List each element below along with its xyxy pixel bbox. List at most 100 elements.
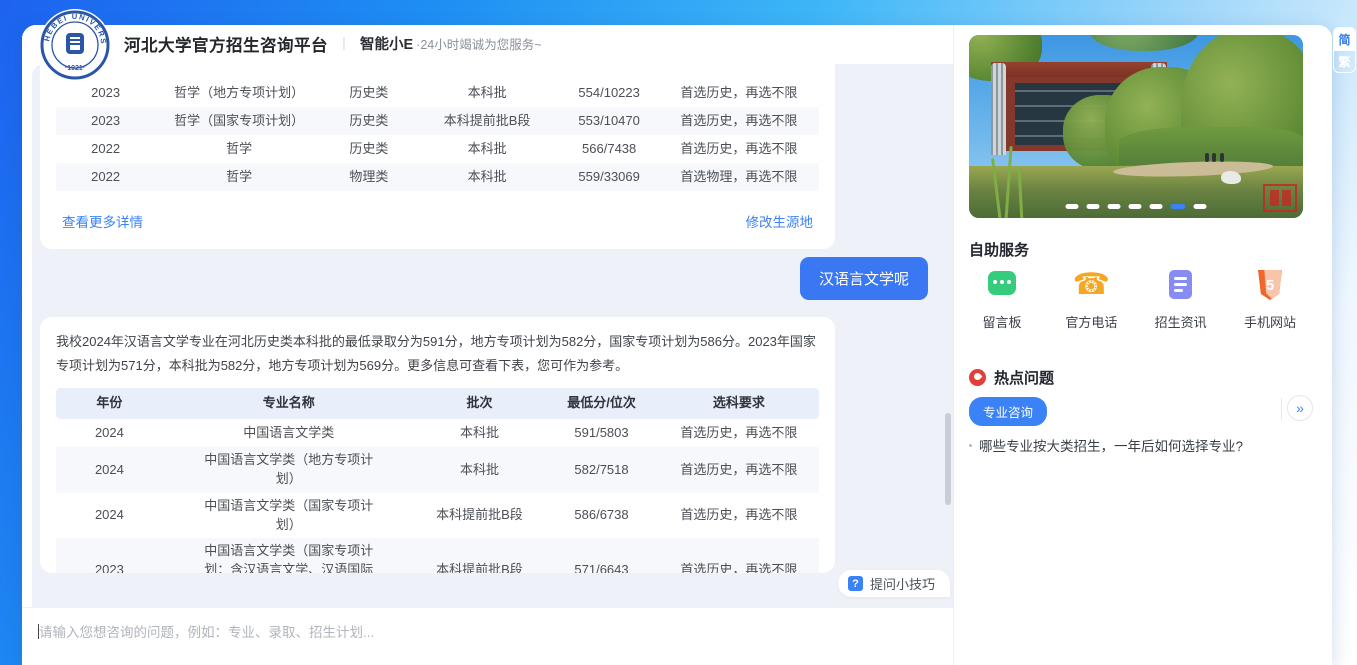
lang-switch: 简 繁: [1333, 27, 1356, 73]
photo-watermark-seal: [1263, 184, 1297, 212]
cell-score-rank: 553/10470: [560, 108, 659, 135]
university-logo: HEBEI UNIVERSITY ·1921·: [38, 8, 112, 82]
service-label: 手机网站: [1235, 312, 1305, 331]
tips-button-label: 提问小技巧: [870, 574, 935, 593]
carousel-dot[interactable]: [1129, 204, 1142, 209]
tips-button[interactable]: ? 提问小技巧: [838, 570, 950, 597]
main-card: 河北大学官方招生咨询平台 丨 智能小E ·24小时竭诚为您服务~ 2023 哲学…: [22, 25, 1332, 665]
cell-subject-type: 历史类: [323, 80, 415, 107]
cell-batch: 本科提前批B段: [415, 502, 545, 529]
topic-tag-major-consult[interactable]: 专业咨询: [969, 397, 1047, 426]
header-batch: 批次: [415, 390, 545, 417]
table-row: 2024 中国语言文学类（国家专项计划） 本科提前批B段 586/6738 首选…: [56, 493, 819, 539]
person-silhouette: [1212, 153, 1216, 162]
message-board-icon: [988, 271, 1016, 295]
cell-batch: 本科批: [415, 420, 545, 447]
header-score-rank: 最低分/位次: [544, 390, 658, 417]
cell-major: 中国语言文学类（国家专项计划：含汉语言文学、汉语国际教: [163, 538, 415, 573]
lang-simplified-button[interactable]: 简: [1334, 28, 1355, 50]
cell-major: 哲学（地方专项计划）: [155, 80, 323, 107]
carousel-dot[interactable]: [1150, 204, 1163, 209]
cell-requirement: 首选历史，再选不限: [659, 557, 819, 573]
hot-topics-header: 热点问题: [969, 367, 1054, 388]
carousel-dot[interactable]: [1171, 204, 1186, 209]
carousel-dot[interactable]: [1194, 204, 1207, 209]
person-silhouette: [1205, 153, 1209, 162]
cell-major: 中国语言文学类（地方专项计划）: [163, 447, 415, 493]
sidebar: 自助服务 留言板 ☎ 官方电话 招生资讯 5 手机网站: [953, 25, 1332, 665]
table-row: 2022 哲学 物理类 本科批 559/33069 首选物理，再选不限: [56, 163, 819, 191]
service-label: 留言板: [967, 312, 1037, 331]
cell-batch: 本科批: [415, 164, 560, 191]
cell-year: 2023: [56, 80, 155, 107]
table-row: 2023 中国语言文学类（国家专项计划：含汉语言文学、汉语国际教 本科提前批B段…: [56, 538, 819, 573]
table-row: 2022 哲学 历史类 本科批 566/7438 首选历史，再选不限: [56, 135, 819, 163]
flame-icon: [969, 369, 986, 386]
table-row: 2024 中国语言文学类（地方专项计划） 本科批 582/7518 首选历史，再…: [56, 447, 819, 493]
cell-batch: 本科批: [415, 80, 560, 107]
cell-year: 2022: [56, 164, 155, 191]
chat-scrollbar-thumb[interactable]: [945, 413, 951, 505]
cell-subject-type: 历史类: [323, 108, 415, 135]
mobile-site-icon: 5: [1258, 270, 1282, 300]
phone-icon: ☎: [1073, 267, 1109, 303]
cell-requirement: 首选历史，再选不限: [659, 136, 819, 163]
campus-carousel[interactable]: [969, 35, 1303, 218]
service-label: 招生资讯: [1146, 312, 1216, 331]
cell-year: 2023: [56, 557, 163, 573]
cell-year: 2024: [56, 457, 163, 484]
service-item-mobile-site[interactable]: 5 手机网站: [1235, 267, 1305, 331]
title-separator: 丨: [337, 34, 351, 54]
change-origin-link[interactable]: 修改生源地: [746, 211, 814, 231]
table-row: 2024 中国语言文学类 本科批 591/5803 首选历史，再选不限: [56, 419, 819, 447]
cell-score-rank: 586/6738: [544, 502, 658, 529]
service-tagline: ·24小时竭诚为您服务~: [416, 34, 541, 53]
cell-year: 2023: [56, 108, 155, 135]
cell-score-rank: 559/33069: [560, 164, 659, 191]
lang-traditional-button[interactable]: 繁: [1334, 50, 1355, 72]
chat-column: 2023 哲学（地方专项计划） 历史类 本科批 554/10223 首选历史，再…: [22, 62, 953, 665]
cell-requirement: 首选物理，再选不限: [659, 164, 819, 191]
university-seal-icon: HEBEI UNIVERSITY ·1921·: [38, 8, 112, 82]
person-silhouette: [1220, 153, 1224, 162]
cell-major: 中国语言文学类: [163, 420, 415, 447]
table-header-row: 年份 专业名称 批次 最低分/位次 选科要求: [56, 388, 819, 419]
table-links-row: 查看更多详情 修改生源地: [56, 191, 819, 233]
cell-requirement: 首选历史，再选不限: [659, 80, 819, 107]
cell-requirement: 首选历史，再选不限: [659, 108, 819, 135]
bullet-icon: [969, 444, 972, 447]
carousel-dot[interactable]: [1087, 204, 1100, 209]
hot-question-item[interactable]: 哪些专业按大类招生，一年后如何选择专业?: [969, 435, 1243, 455]
tree-decoration: [1119, 127, 1303, 165]
view-more-link[interactable]: 查看更多详情: [62, 211, 143, 231]
cell-requirement: 首选历史，再选不限: [659, 457, 819, 484]
self-service-title: 自助服务: [969, 239, 1029, 260]
input-placeholder: 请输入您想咨询的问题，例如：专业、录取、招生计划...: [39, 625, 374, 640]
service-item-official-phone[interactable]: ☎ 官方电话: [1056, 267, 1126, 331]
service-item-message-board[interactable]: 留言板: [967, 267, 1037, 331]
user-message-bubble: 汉语言文学呢: [800, 257, 928, 300]
table-row: 2023 哲学（国家专项计划） 历史类 本科提前批B段 553/10470 首选…: [56, 107, 819, 135]
cell-score-rank: 591/5803: [544, 420, 658, 447]
cell-batch: 本科提前批B段: [415, 557, 545, 573]
cell-year: 2024: [56, 420, 163, 447]
cell-score-rank: 566/7438: [560, 136, 659, 163]
service-item-admission-news[interactable]: 招生资讯: [1146, 267, 1216, 331]
chat-message-area[interactable]: 2023 哲学（地方专项计划） 历史类 本科批 554/10223 首选历史，再…: [32, 64, 953, 607]
topics-next-button[interactable]: »: [1287, 395, 1313, 421]
hot-question-text: 哪些专业按大类招生，一年后如何选择专业?: [979, 435, 1243, 455]
bot-message-text: 我校2024年汉语言文学专业在河北历史类本科批的最低录取分为591分，地方专项计…: [56, 330, 819, 378]
cell-major: 中国语言文学类（国家专项计划）: [163, 493, 415, 539]
cell-batch: 本科批: [415, 457, 545, 484]
chevron-double-right-icon: »: [1296, 400, 1304, 416]
cell-year: 2024: [56, 502, 163, 529]
cell-score-rank: 582/7518: [544, 457, 658, 484]
bot-message-card-reply: 我校2024年汉语言文学专业在河北历史类本科批的最低录取分为591分，地方专项计…: [40, 317, 835, 573]
chat-input[interactable]: 请输入您想咨询的问题，例如：专业、录取、招生计划...: [22, 607, 953, 665]
page-background: 简 繁 HEBEI UNIVERSITY ·1921· 河北大学官方招生咨询平台…: [0, 0, 1357, 665]
carousel-dot[interactable]: [1108, 204, 1121, 209]
header-year: 年份: [56, 390, 163, 417]
carousel-dot[interactable]: [1066, 204, 1079, 209]
building-pillar: [991, 63, 1006, 155]
topics-divider: [1281, 398, 1282, 420]
